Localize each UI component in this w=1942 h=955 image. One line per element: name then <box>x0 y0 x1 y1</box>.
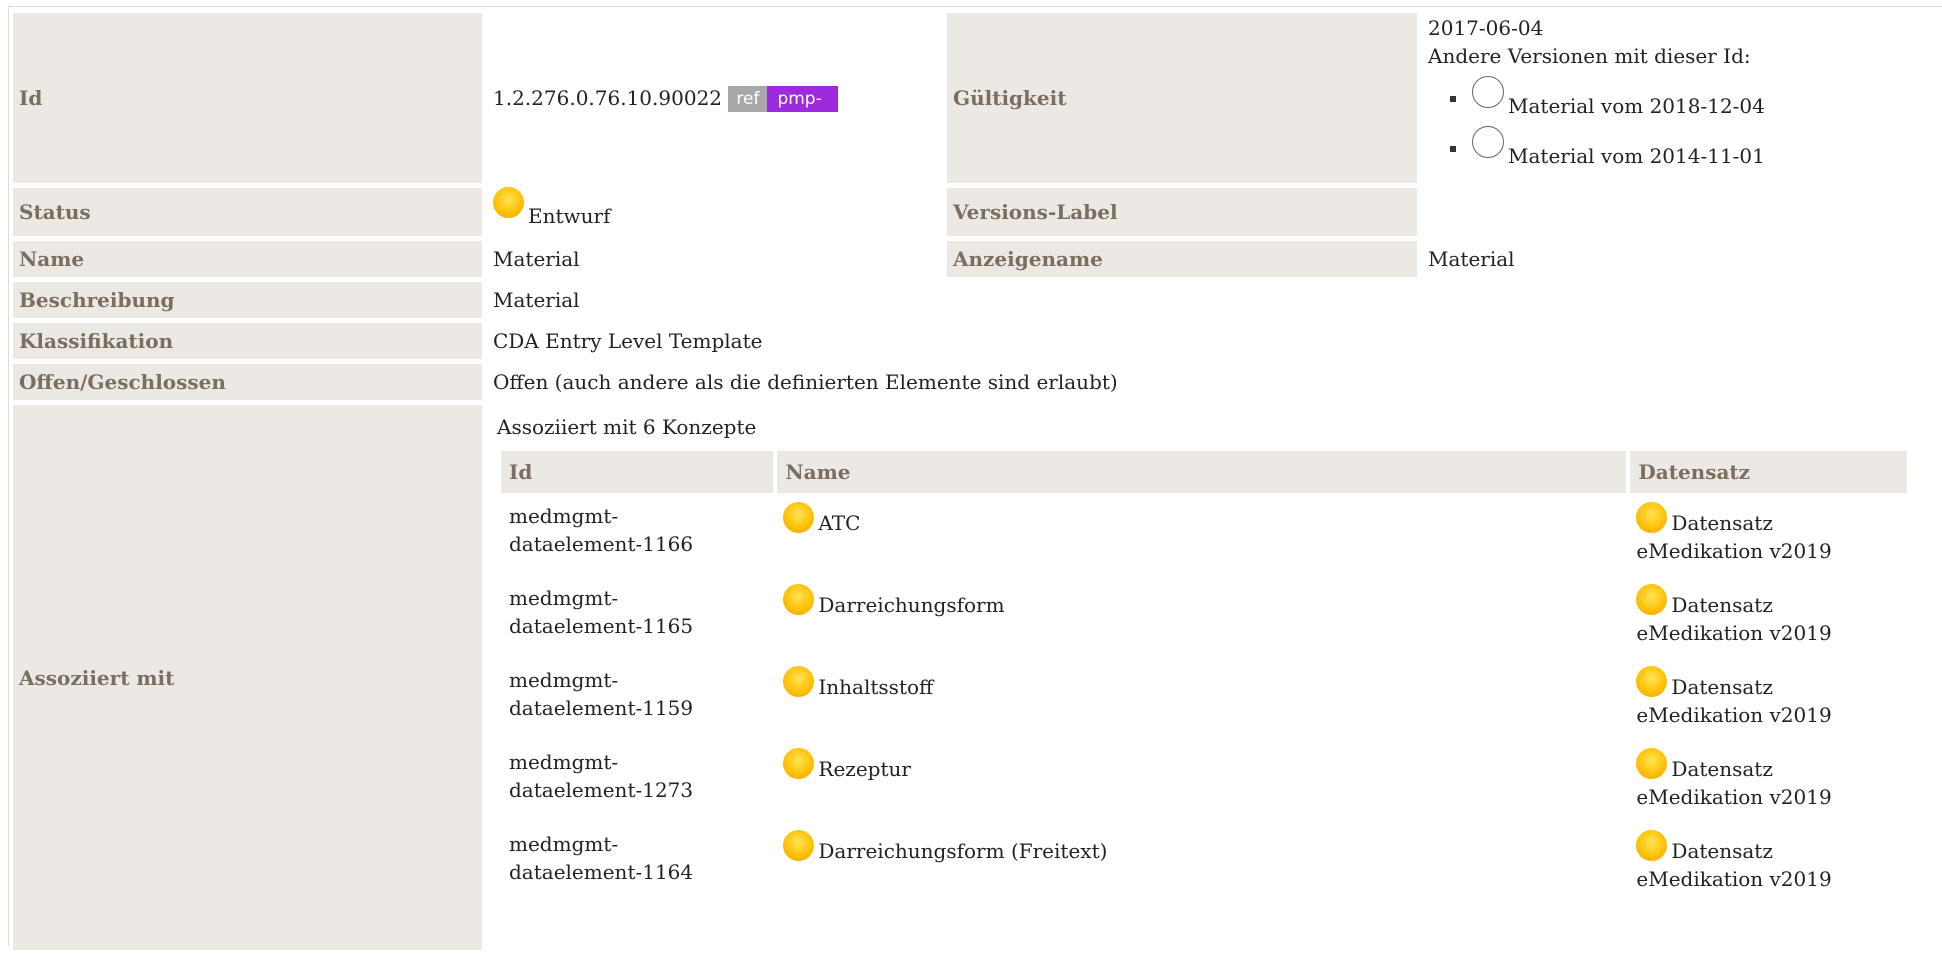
status-draft-icon <box>1636 502 1668 533</box>
concept-datensatz[interactable]: Datensatz eMedikation v2019 <box>1628 657 1909 739</box>
status-draft-icon <box>1636 666 1668 697</box>
ref-badge[interactable]: ref <box>728 86 768 113</box>
versions-label-value <box>1422 188 1937 236</box>
template-details-table: Id 1.2.276.0.76.10.90022 ref pmp- Gültigk… <box>8 8 1942 955</box>
concept-datensatz[interactable]: Datensatz eMedikation v2019 <box>1628 821 1909 903</box>
concept-datensatz[interactable]: Datensatz eMedikation v2019 <box>1628 493 1909 575</box>
status-draft-icon <box>1636 748 1668 779</box>
table-row: medmgmt-dataelement-1166 ATC Datensatz eM… <box>501 493 1909 575</box>
versions-list: Material vom 2018-12-04 Material vom 201… <box>1428 76 1931 170</box>
klassifikation-value: CDA Entry Level Template <box>493 329 763 353</box>
status-draft-icon <box>1636 830 1668 861</box>
concept-name[interactable]: Inhaltsstoff <box>775 657 1628 739</box>
status-draft-icon <box>783 502 815 533</box>
version-item[interactable]: Material vom 2018-12-04 <box>1450 76 1931 120</box>
column-header-name[interactable]: Name <box>775 451 1631 493</box>
row-beschreibung: Beschreibung Material <box>13 282 1937 318</box>
assoziiert-cell: Assoziiert mit 6 Konzepte Id Name Datens… <box>487 405 1937 950</box>
status-draft-icon <box>783 748 815 779</box>
gueltigkeit-date: 2017-06-04 <box>1428 16 1544 40</box>
klassifikation-label: Klassifikation <box>13 323 482 359</box>
concept-datensatz[interactable]: Datensatz eMedikation v2019 <box>1628 575 1909 657</box>
row-klassifikation: Klassifikation CDA Entry Level Template <box>13 323 1937 359</box>
row-id: Id 1.2.276.0.76.10.90022 ref pmp- Gültigk… <box>13 13 1937 183</box>
row-name: Name Material Anzeigename Material <box>13 241 1937 277</box>
assoziiert-heading: Assoziiert mit 6 Konzepte <box>497 415 757 439</box>
status-draft-icon <box>783 584 815 615</box>
column-header-datensatz[interactable]: Datensatz <box>1628 451 1911 493</box>
concept-name[interactable]: Rezeptur <box>775 739 1628 821</box>
version-link[interactable]: Material vom 2018-12-04 <box>1508 94 1765 118</box>
name-value: Material <box>493 247 580 271</box>
id-value-cell: 1.2.276.0.76.10.90022 ref pmp- <box>487 13 942 183</box>
concept-id[interactable]: medmgmt-dataelement-1159 <box>501 657 775 739</box>
status-draft-icon <box>783 666 815 697</box>
concept-name[interactable]: Darreichungsform (Freitext) <box>775 821 1628 903</box>
gueltigkeit-label: Gültigkeit <box>947 13 1417 183</box>
radio-icon[interactable] <box>1472 76 1504 108</box>
status-cell: Entwurf <box>487 186 942 236</box>
pmp-badge[interactable]: pmp- <box>767 86 838 113</box>
concept-id[interactable]: medmgmt-dataelement-1273 <box>501 739 775 821</box>
row-assoziiert: Assoziiert mit Assoziiert mit 6 Konzepte… <box>13 405 1937 950</box>
other-versions-label: Andere Versionen mit dieser Id: <box>1428 44 1751 68</box>
column-header-id[interactable]: Id <box>501 451 778 493</box>
beschreibung-value: Material <box>493 288 580 312</box>
concept-name[interactable]: ATC <box>775 493 1628 575</box>
anzeigename-label: Anzeigename <box>947 241 1417 277</box>
gueltigkeit-cell: 2017-06-04 Andere Versionen mit dieser I… <box>1422 13 1937 183</box>
concept-name[interactable]: Darreichungsform <box>775 575 1628 657</box>
table-row: medmgmt-dataelement-1273 Rezeptur Datens… <box>501 739 1909 821</box>
radio-icon[interactable] <box>1472 126 1504 158</box>
concept-datensatz[interactable]: Datensatz eMedikation v2019 <box>1628 739 1909 821</box>
bullet-icon <box>1450 96 1456 102</box>
concept-id[interactable]: medmgmt-dataelement-1165 <box>501 575 775 657</box>
row-status: Status Entwurf Versions-Label <box>13 186 1937 236</box>
id-label: Id <box>13 13 482 183</box>
status-draft-icon <box>1636 584 1668 615</box>
concept-id[interactable]: medmgmt-dataelement-1164 <box>501 821 775 903</box>
status-draft-icon <box>783 830 815 861</box>
offen-label: Offen/Geschlossen <box>13 364 482 400</box>
version-item[interactable]: Material vom 2014-11-01 <box>1450 126 1931 170</box>
versions-label-label: Versions-Label <box>947 188 1417 236</box>
beschreibung-label: Beschreibung <box>13 282 482 318</box>
concepts-header-row: Id Name Datensatz <box>501 451 1911 493</box>
concept-id[interactable]: medmgmt-dataelement-1166 <box>501 493 775 575</box>
version-link[interactable]: Material vom 2014-11-01 <box>1508 144 1765 168</box>
table-row: medmgmt-dataelement-1159 Inhaltsstoff Da… <box>501 657 1909 739</box>
id-value: 1.2.276.0.76.10.90022 <box>493 85 723 110</box>
offen-value: Offen (auch andere als die definierten E… <box>493 370 1118 394</box>
concepts-table: Id Name Datensatz medmgmt-dataelement-11… <box>501 451 1911 903</box>
name-label: Name <box>13 241 482 277</box>
anzeigename-value: Material <box>1428 247 1515 271</box>
status-label: Status <box>13 188 482 236</box>
bullet-icon <box>1450 146 1456 152</box>
status-value: Entwurf <box>528 203 611 228</box>
status-draft-icon <box>493 186 524 218</box>
row-offen: Offen/Geschlossen Offen (auch andere als… <box>13 364 1937 400</box>
assoziiert-label: Assoziiert mit <box>13 405 482 950</box>
table-row: medmgmt-dataelement-1165 Darreichungsfor… <box>501 575 1909 657</box>
table-row: medmgmt-dataelement-1164 Darreichungsfor… <box>501 821 1909 903</box>
